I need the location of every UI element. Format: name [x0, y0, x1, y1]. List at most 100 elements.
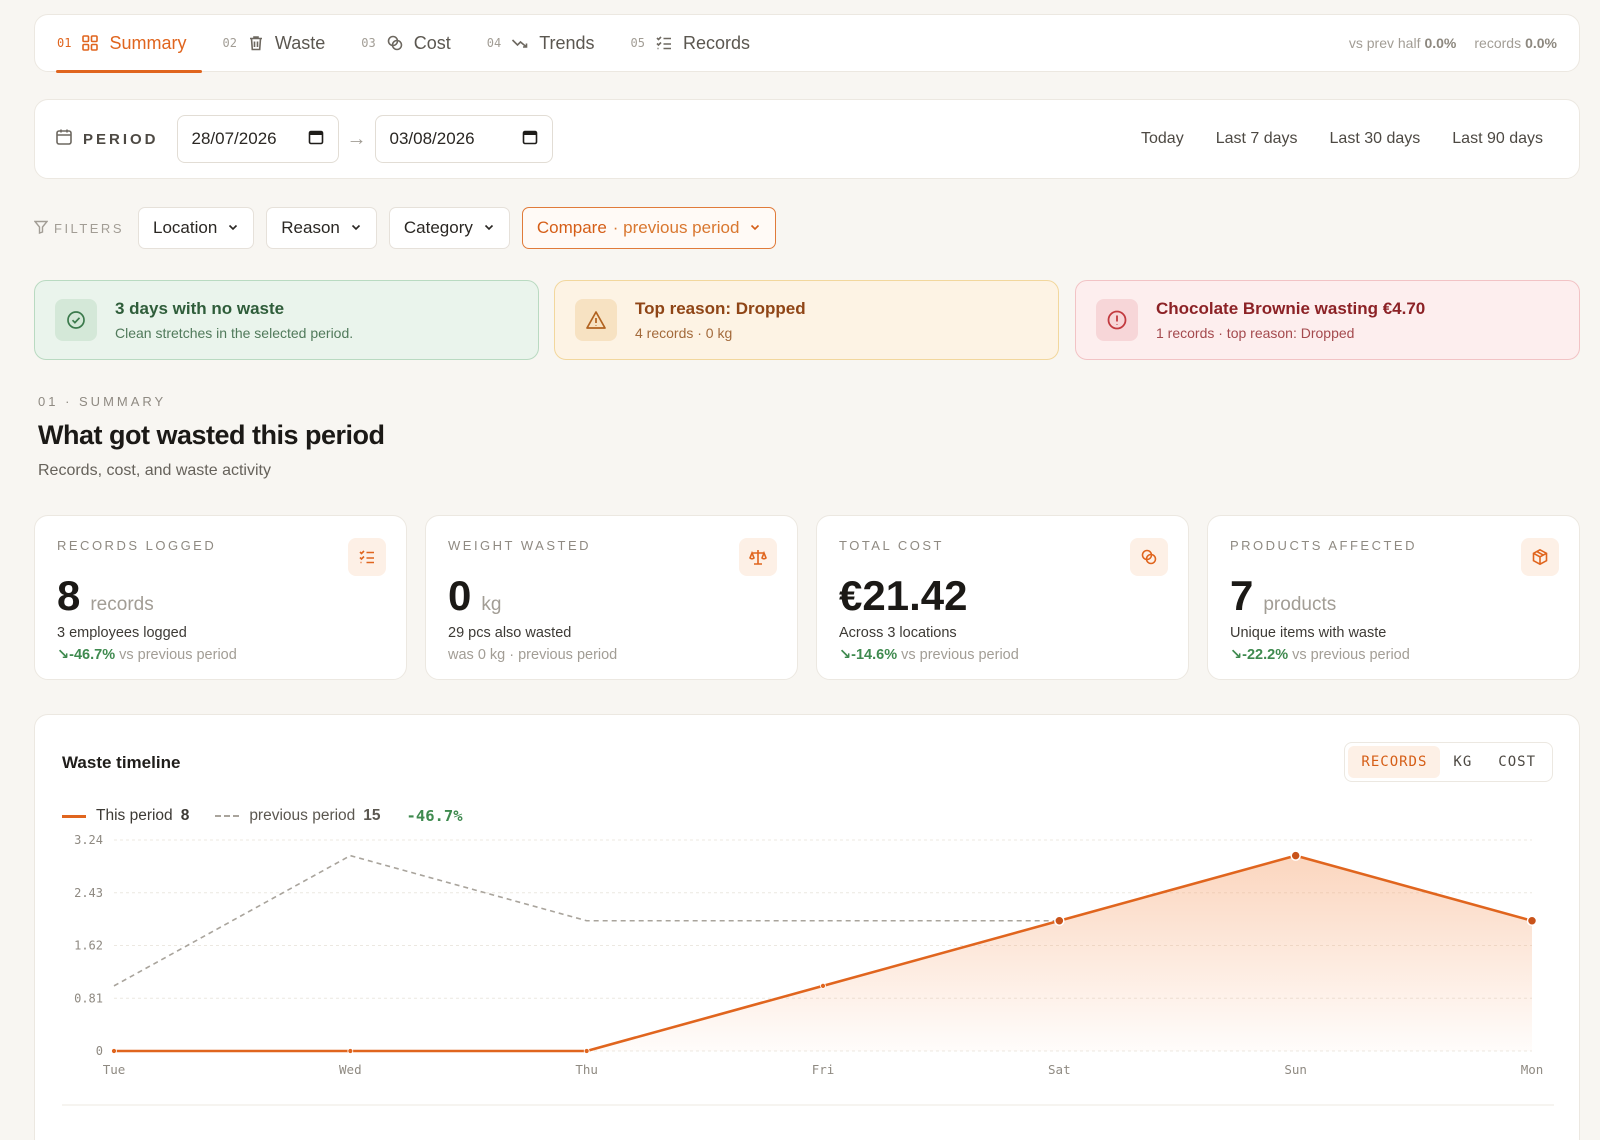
chevron-down-icon [483, 218, 495, 238]
reason-filter-label: Reason [281, 218, 340, 237]
tab-label: Summary [109, 32, 187, 53]
legend-label: This period [96, 807, 173, 824]
data-point [111, 1048, 117, 1054]
metric-detail: 29 pcs also wasted [448, 625, 572, 641]
toggle-cost[interactable]: COST [1485, 746, 1549, 778]
end-date-input[interactable]: 03/08/2026 [374, 115, 553, 163]
tab-trends[interactable]: 04 Trends [487, 14, 595, 72]
period-label-text: PERIOD [83, 130, 159, 148]
trash-icon [247, 34, 265, 52]
preset-last-90-days[interactable]: Last 90 days [1452, 130, 1543, 148]
x-tick-label: Mon [1521, 1062, 1544, 1077]
metric-label: TOTAL COST [839, 538, 944, 553]
records-stat: records 0.0% [1474, 35, 1557, 51]
metric-toggle: RECORDS KG COST [1344, 742, 1553, 782]
legend-total: 15 [363, 807, 381, 824]
y-tick-label: 0.81 [74, 991, 103, 1005]
compare-filter[interactable]: Compare · previous period [521, 207, 777, 249]
tab-bar: 01 Summary 02 Waste 03 Cost 04 Trends 05… [34, 14, 1580, 73]
x-tick-label: Tue [103, 1062, 126, 1077]
delta-value: ↘-46.7% [57, 647, 116, 663]
stat-value: 0.0% [1525, 35, 1557, 51]
metric-value: 0 [448, 572, 472, 619]
checklist-icon [655, 34, 673, 52]
top-reason-alert: Top reason: Dropped 4 records · 0 kg [554, 280, 1059, 360]
period-presets: Today Last 7 days Last 30 days Last 90 d… [1141, 130, 1559, 148]
compare-filter-label: Compare [536, 218, 607, 237]
location-filter[interactable]: Location [138, 207, 255, 249]
calendar-icon [55, 128, 73, 150]
data-point [583, 1048, 590, 1054]
alert-subtitle: Clean stretches in the selected period. [115, 325, 354, 341]
start-date-input[interactable]: 28/07/2026 [176, 115, 339, 163]
toggle-records[interactable]: RECORDS [1348, 746, 1441, 778]
grid-icon [81, 34, 99, 52]
metric-records-logged: RECORDS LOGGED 8 records 3 employees logg… [34, 515, 407, 680]
trend-down-icon [511, 34, 529, 52]
header-stats: vs prev half 0.0% records 0.0% [1349, 35, 1557, 51]
calendar-picker-icon[interactable] [308, 129, 324, 150]
tab-waste[interactable]: 02 Waste [222, 14, 325, 72]
y-tick-label: 2.43 [74, 886, 103, 900]
x-tick-label: Sun [1284, 1062, 1307, 1077]
toggle-kg[interactable]: KG [1440, 746, 1485, 778]
data-point [1526, 915, 1538, 927]
filters-label: FILTERS [33, 220, 124, 237]
check-circle-icon [55, 299, 97, 341]
data-point [1054, 915, 1065, 927]
tab-number: 05 [630, 36, 645, 50]
filter-bar: FILTERS Location Reason Category Compare… [33, 207, 777, 249]
category-filter[interactable]: Category [388, 207, 510, 249]
chevron-down-icon [350, 218, 362, 238]
data-point [820, 982, 826, 989]
metric-delta: ↘-46.7% vs previous period [57, 647, 384, 663]
warning-triangle-icon [575, 299, 617, 341]
checklist-icon [348, 538, 386, 576]
x-tick-label: Thu [575, 1062, 598, 1077]
metric-unit: kg [481, 594, 502, 615]
preset-last-30-days[interactable]: Last 30 days [1330, 130, 1421, 148]
tab-label: Cost [413, 32, 451, 53]
location-filter-label: Location [153, 218, 218, 237]
delta-caption: was 0 kg · previous period [448, 647, 618, 663]
calendar-picker-icon[interactable] [522, 129, 538, 150]
page-subtitle: Records, cost, and waste activity [38, 462, 271, 479]
metric-total-cost: TOTAL COST €21.42 Across 3 locations ↘-1… [816, 515, 1189, 680]
data-point [1290, 850, 1301, 861]
metric-weight-wasted: WEIGHT WASTED 0 kg 29 pcs also wasted was… [425, 515, 798, 680]
metric-label: PRODUCTS AFFECTED [1230, 538, 1417, 553]
y-tick-label: 1.62 [74, 939, 103, 953]
x-tick-label: Sat [1048, 1062, 1071, 1077]
alert-title: 3 days with no waste [115, 299, 285, 318]
period-bar: PERIOD 28/07/2026 → 03/08/2026 Today Las… [34, 99, 1580, 179]
data-point [347, 1048, 354, 1054]
delta-value: ↘-22.2% [1230, 647, 1289, 663]
page-title: What got wasted this period [38, 420, 385, 450]
filter-icon [33, 220, 49, 237]
legend-change: -46.7% [406, 807, 463, 825]
metric-label: WEIGHT WASTED [448, 538, 591, 553]
stat-label: records [1474, 35, 1522, 51]
metric-value: €21.42 [839, 572, 968, 619]
tab-records[interactable]: 05 Records [631, 14, 750, 72]
preset-last-7-days[interactable]: Last 7 days [1216, 130, 1298, 148]
category-filter-label: Category [403, 218, 473, 237]
metric-products-affected: PRODUCTS AFFECTED 7 products Unique items… [1207, 515, 1580, 680]
reason-filter[interactable]: Reason [266, 207, 377, 249]
metric-value: 8 [57, 572, 81, 619]
legend-label: previous period [249, 807, 356, 824]
end-date-value: 03/08/2026 [389, 129, 475, 148]
metric-unit: products [1263, 594, 1337, 615]
tab-number: 01 [57, 36, 72, 50]
x-tick-label: Fri [812, 1062, 835, 1077]
delta-caption: vs previous period [897, 647, 1019, 663]
delta-caption: vs previous period [1288, 647, 1410, 663]
preset-today[interactable]: Today [1141, 130, 1184, 148]
metric-label: RECORDS LOGGED [57, 538, 217, 553]
no-waste-alert: 3 days with no waste Clean stretches in … [34, 280, 539, 360]
chart-legend: This period 8 previous period 15 -46.7% [62, 807, 463, 825]
metric-delta: ↘-14.6% vs previous period [839, 647, 1166, 663]
tab-summary[interactable]: 01 Summary [55, 14, 203, 73]
tab-cost[interactable]: 03 Cost [361, 14, 450, 72]
alert-subtitle: 4 records · 0 kg [635, 325, 733, 341]
